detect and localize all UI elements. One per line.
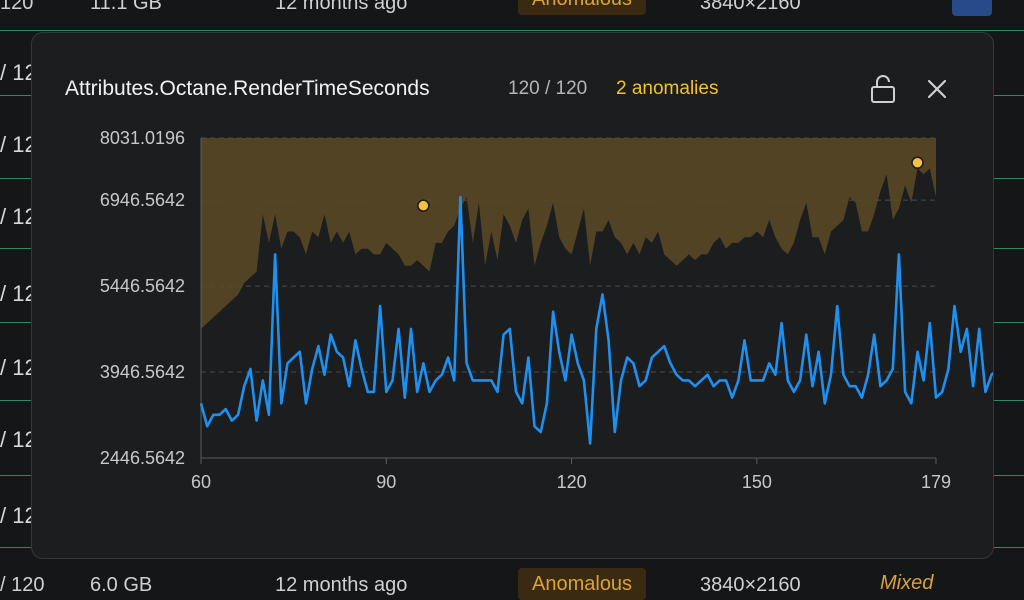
x-tick-label: 179 <box>921 472 951 492</box>
bg-resolution: 3840×2160 <box>700 0 801 14</box>
bg-size: 11.1 GB <box>90 0 162 14</box>
bg-status-badge: Anomalous <box>518 568 647 600</box>
y-tick-label: 8031.0196 <box>100 128 185 148</box>
series-line <box>199 195 993 445</box>
render-time-chart: 8031.0196 6946.5642 5446.5642 3946.5642 2446… <box>100 128 993 492</box>
bg-sparkline-button[interactable] <box>952 0 992 16</box>
bg-size: 6.0 GB <box>90 574 153 596</box>
bg-resolution: 3840×2160 <box>700 574 801 596</box>
y-tick-label: 5446.5642 <box>100 276 185 296</box>
x-tick-label: 90 <box>376 472 396 492</box>
y-tick-label: 6946.5642 <box>100 190 185 210</box>
bg-age: 12 months ago <box>275 574 408 596</box>
bg-count: / 120 <box>0 574 45 596</box>
row-divider <box>0 30 1024 31</box>
x-tick-label: 60 <box>191 472 211 492</box>
bg-count: 120 <box>0 0 34 14</box>
anomaly-point <box>911 156 924 169</box>
upper-band <box>201 138 936 329</box>
bg-age: 12 months ago <box>275 0 408 14</box>
bg-status-badge: Anomalous <box>518 0 647 15</box>
x-tick-label: 120 <box>557 472 587 492</box>
x-tick-label: 150 <box>742 472 772 492</box>
y-tick-label: 3946.5642 <box>100 362 185 382</box>
bg-tag: Mixed <box>880 572 934 594</box>
chart-modal: Attributes.Octane.RenderTimeSeconds 120 … <box>31 32 994 559</box>
y-tick-label: 2446.5642 <box>100 448 185 468</box>
anomaly-point <box>417 199 430 212</box>
